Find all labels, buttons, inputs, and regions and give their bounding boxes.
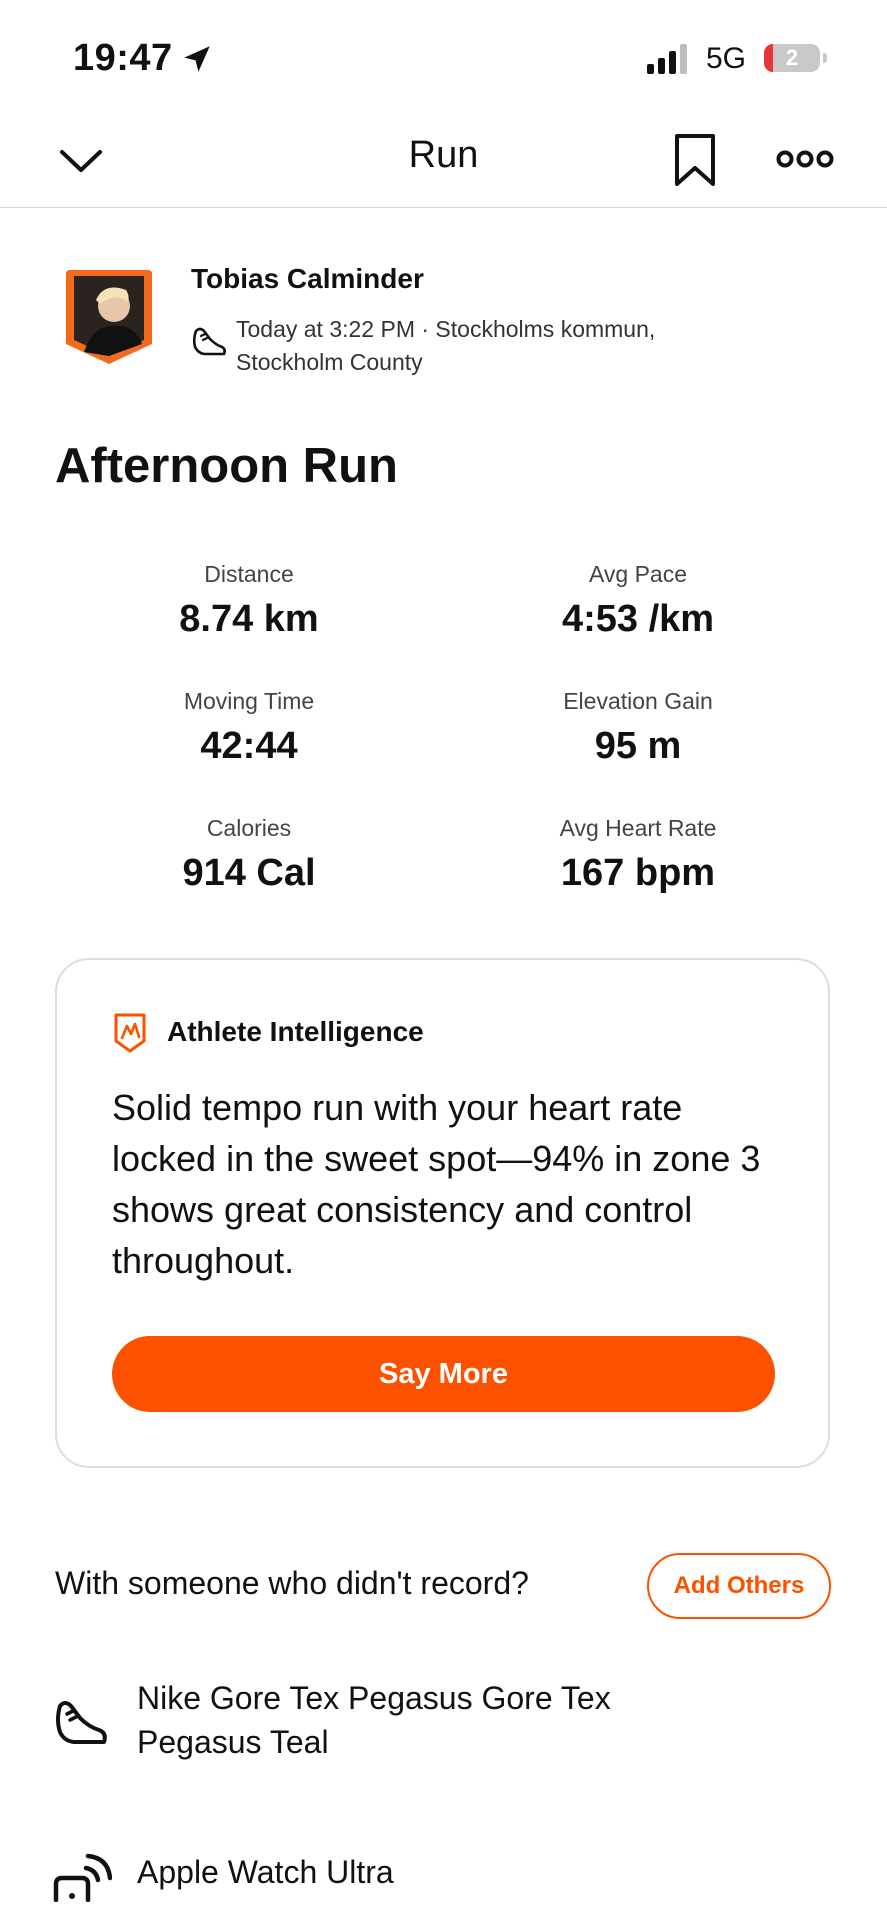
stat-calories: Calories 914 Cal	[99, 815, 399, 895]
nav-bar: Run	[0, 110, 887, 208]
battery-icon: 2	[764, 44, 820, 72]
stat-label: Calories	[206, 815, 292, 841]
stat-moving-time: Moving Time 42:44	[99, 688, 399, 768]
stat-value: 167 bpm	[560, 852, 716, 894]
more-options-icon[interactable]	[776, 142, 834, 176]
add-others-button[interactable]: Add Others	[647, 1553, 831, 1619]
stat-elevation-gain: Elevation Gain 95 m	[488, 688, 788, 768]
cellular-signal-icon	[647, 44, 687, 74]
ai-summary: Solid tempo run with your heart rate loc…	[112, 1087, 761, 1281]
say-more-button[interactable]: Say More	[112, 1336, 775, 1412]
device-sync-icon	[53, 1853, 112, 1902]
shoes-name: Nike Gore Tex Pegasus Gore Tex Pegasus T…	[137, 1680, 611, 1760]
battery-cap	[823, 53, 827, 63]
athlete-name[interactable]: Tobias Calminder	[191, 263, 424, 295]
stat-value: 914 Cal	[182, 852, 316, 894]
stat-value: 95 m	[594, 725, 682, 767]
ai-heading: Athlete Intelligence	[167, 1016, 424, 1047]
stat-distance: Distance 8.74 km	[99, 561, 399, 641]
stat-value: 8.74 km	[179, 598, 319, 640]
gear-device-row[interactable]: Apple Watch Ultra	[0, 1840, 887, 1910]
gear-shoes-row[interactable]: Nike Gore Tex Pegasus Gore Tex Pegasus T…	[0, 1676, 887, 1776]
status-bar: 19:47 5G 2	[0, 0, 887, 110]
battery-level: 2	[785, 45, 799, 70]
stat-label: Avg Pace	[588, 561, 688, 587]
device-name: Apple Watch Ultra	[137, 1854, 394, 1890]
stat-label: Moving Time	[183, 688, 315, 714]
stat-value: 42:44	[200, 725, 298, 767]
network-type: 5G	[706, 42, 747, 75]
activity-meta: Today at 3:22 PM · Stockholms kommun, St…	[236, 316, 656, 375]
page-title: Run	[408, 134, 479, 176]
location-arrow-icon	[184, 46, 210, 72]
bookmark-icon[interactable]	[672, 132, 718, 188]
activity-page: 19:47 5G 2 Run Tobias Calminder Today at…	[0, 0, 887, 1920]
stat-avg-pace: Avg Pace 4:53 /km	[488, 561, 788, 641]
athlete-intelligence-card: Athlete Intelligence Solid tempo run wit…	[55, 958, 830, 1468]
with-someone-prompt: With someone who didn't record?	[55, 1565, 529, 1601]
athlete-intelligence-icon	[114, 1013, 146, 1053]
status-time: 19:47	[73, 37, 173, 79]
stat-avg-heart-rate: Avg Heart Rate 167 bpm	[488, 815, 788, 895]
run-shoe-icon	[192, 327, 226, 356]
stat-label: Elevation Gain	[563, 688, 713, 714]
avatar[interactable]	[64, 266, 154, 366]
stat-label: Avg Heart Rate	[559, 815, 717, 841]
stat-label: Distance	[204, 561, 294, 587]
activity-title: Afternoon Run	[55, 439, 398, 493]
shoe-icon	[56, 1701, 107, 1744]
stat-value: 4:53 /km	[561, 598, 715, 640]
